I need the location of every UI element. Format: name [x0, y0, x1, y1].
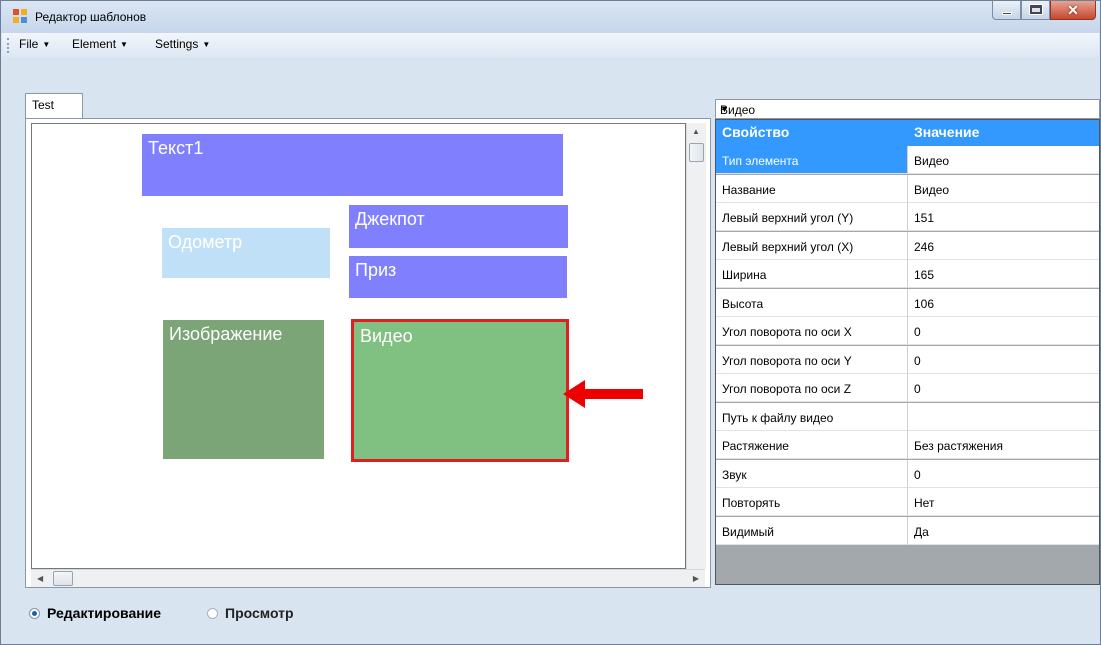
property-value[interactable]: Да: [908, 517, 1099, 545]
property-value[interactable]: [908, 403, 1099, 431]
property-value[interactable]: 246: [908, 232, 1099, 260]
property-grid-header: Свойство Значение: [716, 120, 1099, 146]
radio-label: Редактирование: [47, 605, 162, 621]
canvas-element-prize[interactable]: Приз: [349, 256, 567, 298]
scroll-up-icon[interactable]: ▲: [692, 127, 700, 136]
property-name: Растяжение: [716, 431, 908, 459]
object-selector-dropdown[interactable]: Видео ▼: [715, 99, 1100, 119]
radio-unchecked-icon: [207, 608, 218, 619]
property-row[interactable]: Угол поворота по оси X0: [716, 317, 1099, 345]
maximize-icon: [1030, 5, 1042, 14]
property-row[interactable]: Высота 106: [716, 288, 1099, 317]
property-name: Видимый: [716, 516, 908, 545]
vertical-scroll-thumb[interactable]: [689, 143, 704, 162]
column-header-value: Значение: [914, 124, 980, 140]
property-value[interactable]: Видео: [908, 146, 1099, 174]
chevron-down-icon: ▼: [202, 40, 211, 49]
window-title: Редактор шаблонов: [35, 10, 147, 24]
property-value[interactable]: 0: [908, 317, 1099, 345]
element-label: Видео: [360, 326, 413, 346]
property-name: Звук: [716, 459, 908, 488]
canvas-element-odometer[interactable]: Одометр: [162, 228, 330, 278]
property-row[interactable]: Название Видео: [716, 174, 1099, 203]
property-row[interactable]: Видимый Да: [716, 516, 1099, 545]
red-arrow-icon: [563, 380, 643, 408]
property-row[interactable]: Растяжение Без растяжения: [716, 431, 1099, 459]
property-row[interactable]: Тип элемента Видео: [716, 146, 1099, 174]
menu-settings-label: Settings: [155, 37, 199, 51]
chevron-down-icon: ▼: [720, 104, 729, 114]
property-name: Левый верхний угол (X): [716, 231, 908, 260]
toolbar-grip[interactable]: [7, 38, 12, 53]
menu-file-label: File: [19, 37, 39, 51]
property-value[interactable]: 0: [908, 374, 1099, 402]
property-row[interactable]: Левый верхний угол (X) 246: [716, 231, 1099, 260]
property-name: Тип элемента: [716, 146, 908, 174]
maximize-button[interactable]: [1021, 1, 1050, 20]
radio-edit-mode[interactable]: Редактирование: [29, 605, 161, 621]
radio-preview-mode[interactable]: Просмотр: [207, 605, 294, 621]
property-row[interactable]: Звук 0: [716, 459, 1099, 488]
chevron-down-icon: ▼: [42, 40, 51, 49]
title-bar: Редактор шаблонов ✕: [1, 1, 1100, 33]
property-row[interactable]: Повторять Нет: [716, 488, 1099, 516]
menu-element[interactable]: Element ▼: [72, 37, 128, 51]
property-value[interactable]: Без растяжения: [908, 431, 1099, 459]
property-name: Повторять: [716, 488, 908, 516]
property-value[interactable]: Видео: [908, 175, 1099, 203]
property-row[interactable]: Угол поворота по оси Z0: [716, 374, 1099, 402]
radio-label: Просмотр: [225, 605, 294, 621]
horizontal-scrollbar[interactable]: ◀ ▶: [31, 569, 705, 587]
close-button[interactable]: ✕: [1050, 1, 1096, 20]
menu-file[interactable]: File ▼: [19, 37, 50, 51]
tab-test[interactable]: Test: [25, 93, 83, 119]
tab-label: Test: [32, 98, 55, 112]
column-header-property: Свойство: [722, 124, 790, 140]
property-grid: Свойство Значение Тип элемента Видео Назва…: [715, 119, 1100, 585]
vertical-scrollbar[interactable]: ▲: [686, 123, 706, 569]
element-label: Текст1: [148, 138, 204, 158]
element-label: Изображение: [169, 324, 283, 344]
app-icon: [13, 9, 27, 23]
element-label: Приз: [355, 260, 397, 280]
menu-bar: File ▼ Element ▼ Settings ▼: [2, 33, 1099, 57]
canvas-element-text1[interactable]: Текст1: [142, 134, 563, 196]
menu-element-label: Element: [72, 37, 117, 51]
property-row[interactable]: Ширина 165: [716, 260, 1099, 288]
canvas-element-video[interactable]: Видео: [351, 319, 569, 462]
horizontal-scroll-thumb[interactable]: [53, 571, 73, 586]
property-name: Ширина: [716, 260, 908, 288]
menu-settings[interactable]: Settings ▼: [155, 37, 210, 51]
property-row[interactable]: Угол поворота по оси Y0: [716, 345, 1099, 374]
property-name: Угол поворота по оси Z: [716, 374, 908, 402]
property-row[interactable]: Левый верхний угол (Y) 151: [716, 203, 1099, 231]
property-name: Путь к файлу видео: [716, 402, 908, 431]
chevron-down-icon: ▼: [120, 40, 128, 49]
property-value[interactable]: 0: [908, 346, 1099, 374]
close-icon: ✕: [1067, 2, 1079, 18]
property-name: Высота: [716, 288, 908, 317]
element-label: Джекпот: [355, 209, 425, 229]
property-row[interactable]: Путь к файлу видео: [716, 402, 1099, 431]
property-value[interactable]: Нет: [908, 488, 1099, 516]
minimize-button[interactable]: [992, 1, 1021, 20]
element-label: Одометр: [168, 232, 243, 252]
scroll-right-icon[interactable]: ▶: [693, 574, 699, 583]
property-name: Угол поворота по оси X: [716, 317, 908, 345]
property-value[interactable]: 165: [908, 260, 1099, 288]
template-canvas[interactable]: Текст1 Одометр Джекпот Приз Изображение …: [31, 123, 686, 569]
property-name: Левый верхний угол (Y): [716, 203, 908, 231]
scroll-left-icon[interactable]: ◀: [37, 574, 43, 583]
property-name: Угол поворота по оси Y: [716, 345, 908, 374]
property-value[interactable]: 151: [908, 203, 1099, 231]
app-window: Редактор шаблонов ✕ File ▼ Element ▼ Setti…: [0, 0, 1101, 645]
minimize-icon: [1002, 12, 1012, 15]
property-value[interactable]: 106: [908, 289, 1099, 317]
canvas-element-jackpot[interactable]: Джекпот: [349, 205, 568, 248]
property-name: Название: [716, 174, 908, 203]
property-value[interactable]: 0: [908, 460, 1099, 488]
radio-checked-icon: [29, 608, 40, 619]
canvas-element-image[interactable]: Изображение: [163, 320, 324, 459]
